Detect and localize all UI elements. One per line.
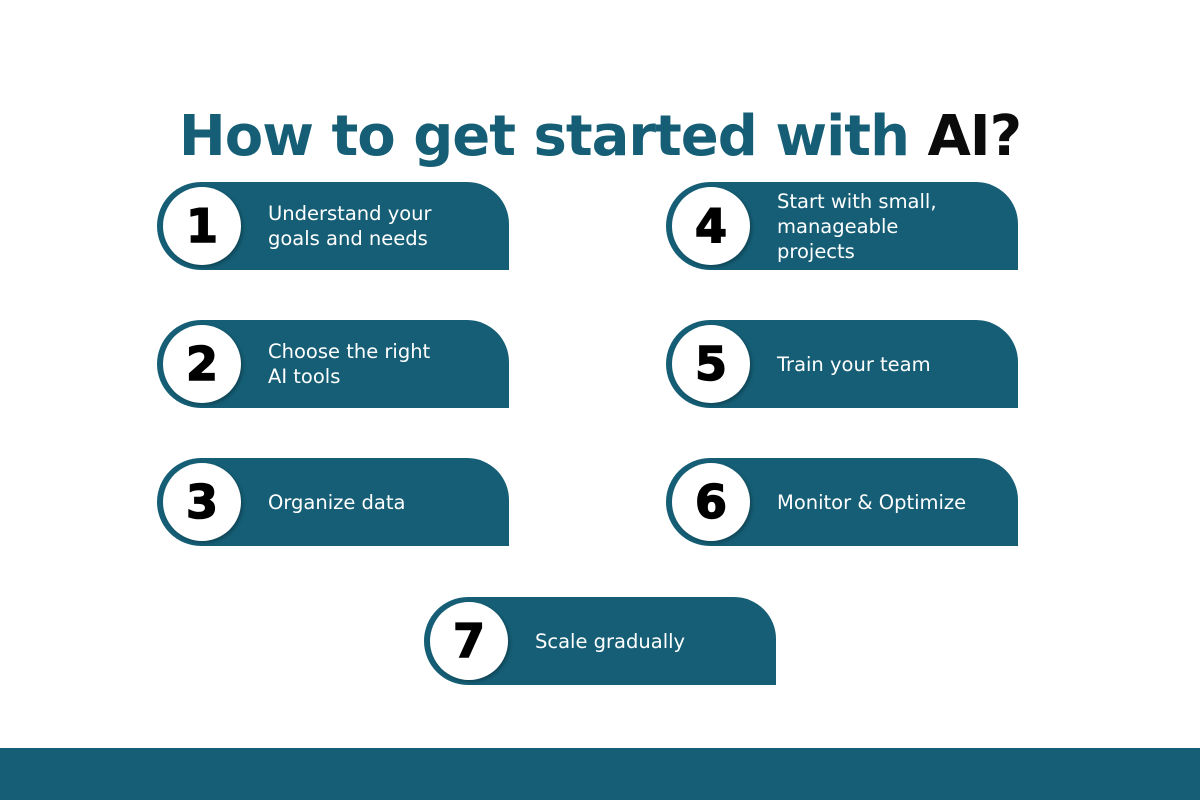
step-card: 6 Monitor & Optimize (666, 458, 1018, 546)
step-number: 7 (452, 614, 486, 668)
step-number: 5 (694, 337, 728, 391)
step-card: 1 Understand your goals and needs (157, 182, 509, 270)
step-number-badge: 4 (672, 187, 750, 265)
step-number-badge: 3 (163, 463, 241, 541)
step-number-badge: 5 (672, 325, 750, 403)
step-label: Scale gradually (535, 629, 686, 653)
step-number-badge: 6 (672, 463, 750, 541)
page-title: How to get started with AI? (0, 104, 1200, 169)
step-label: Train your team (777, 352, 931, 376)
step-label: Organize data (268, 490, 406, 514)
title-main: How to get started with (178, 103, 928, 169)
step-number-badge: 7 (430, 602, 508, 680)
step-label: Understand your goals and needs (268, 202, 432, 250)
step-number-badge: 2 (163, 325, 241, 403)
step-number: 2 (185, 337, 219, 391)
step-card: 2 Choose the right AI tools (157, 320, 509, 408)
footer-bar (0, 748, 1200, 800)
step-card: 4 Start with small, manageable projects (666, 182, 1018, 270)
step-card: 3 Organize data (157, 458, 509, 546)
step-number-badge: 1 (163, 187, 241, 265)
step-number: 1 (185, 199, 219, 253)
step-number: 6 (694, 475, 728, 529)
step-label: Monitor & Optimize (777, 490, 967, 514)
step-number: 3 (185, 475, 219, 529)
step-card: 7 Scale gradually (424, 597, 776, 685)
title-accent: AI? (927, 103, 1022, 169)
step-label: Start with small, manageable projects (777, 189, 937, 263)
step-label: Choose the right AI tools (268, 340, 431, 388)
step-card: 5 Train your team (666, 320, 1018, 408)
step-number: 4 (694, 199, 728, 253)
